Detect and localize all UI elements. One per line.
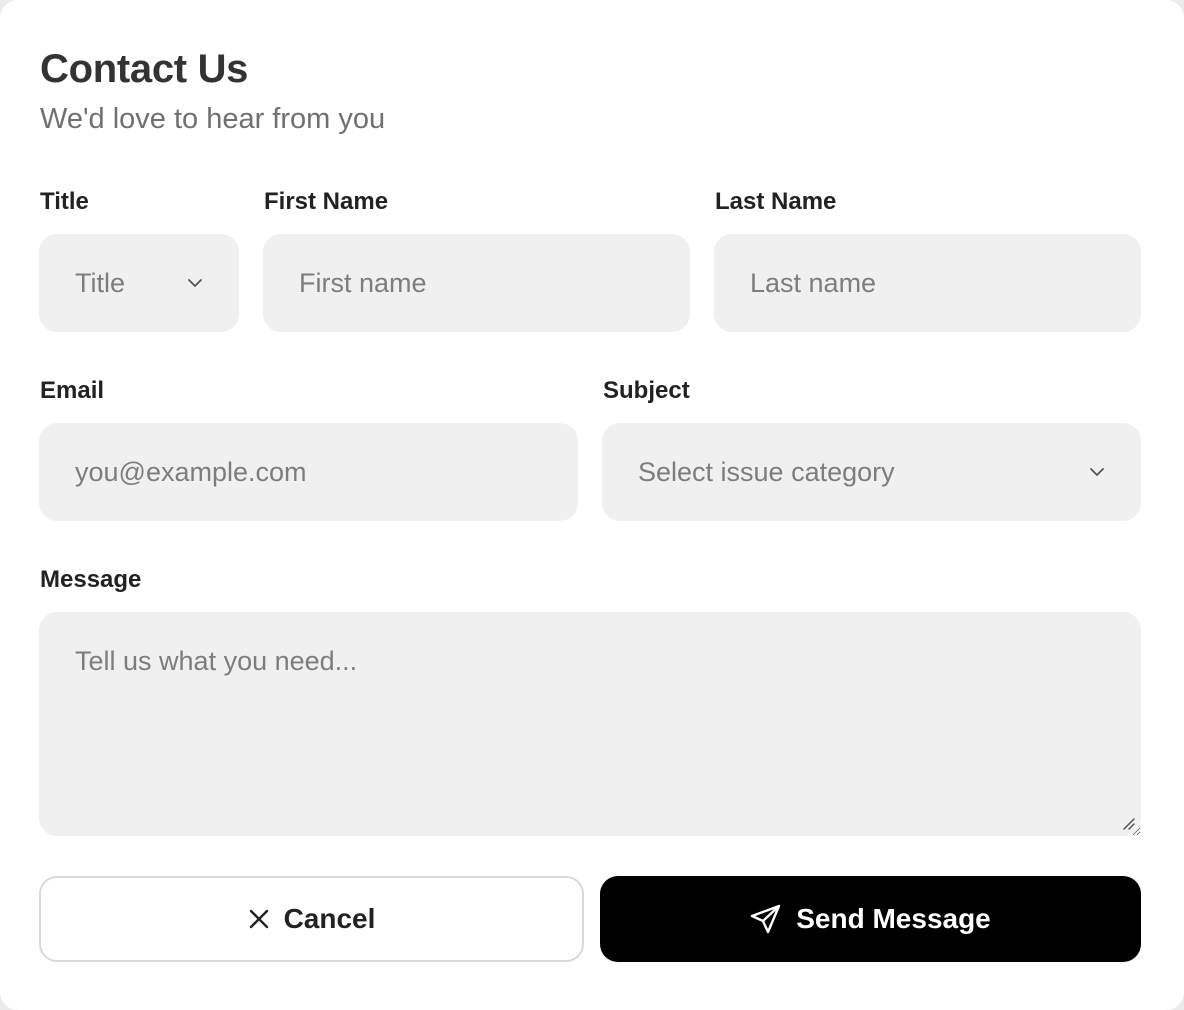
message-label: Message <box>40 566 142 593</box>
page-title: Contact Us <box>40 47 249 91</box>
cancel-button[interactable]: Cancel <box>39 876 584 962</box>
contact-card: Contact Us We'd love to hear from you Ti… <box>0 0 1184 1010</box>
send-message-button[interactable]: Send Message <box>600 876 1141 962</box>
page-subtitle: We'd love to hear from you <box>40 103 386 135</box>
first-name-label: First Name <box>264 188 389 215</box>
last-name-label: Last Name <box>715 188 837 215</box>
last-name-input[interactable] <box>714 234 1141 332</box>
subject-select-value: Select issue category <box>638 456 895 487</box>
cancel-button-label: Cancel <box>283 903 376 934</box>
subject-select[interactable]: Select issue category <box>602 423 1141 521</box>
send-button-label: Send Message <box>796 903 991 934</box>
title-select[interactable]: Title <box>39 234 239 332</box>
close-icon <box>248 908 270 930</box>
title-label: Title <box>40 188 89 215</box>
message-textarea[interactable] <box>39 612 1141 836</box>
title-select-value: Title <box>75 267 126 298</box>
subject-label: Subject <box>603 377 690 404</box>
chevron-down-icon <box>187 278 203 288</box>
chevron-down-icon <box>1089 467 1105 477</box>
first-name-input[interactable] <box>263 234 690 332</box>
email-input[interactable] <box>39 423 578 521</box>
send-icon <box>750 904 782 934</box>
resize-grip-icon[interactable] <box>1120 815 1136 831</box>
email-label: Email <box>40 377 105 404</box>
